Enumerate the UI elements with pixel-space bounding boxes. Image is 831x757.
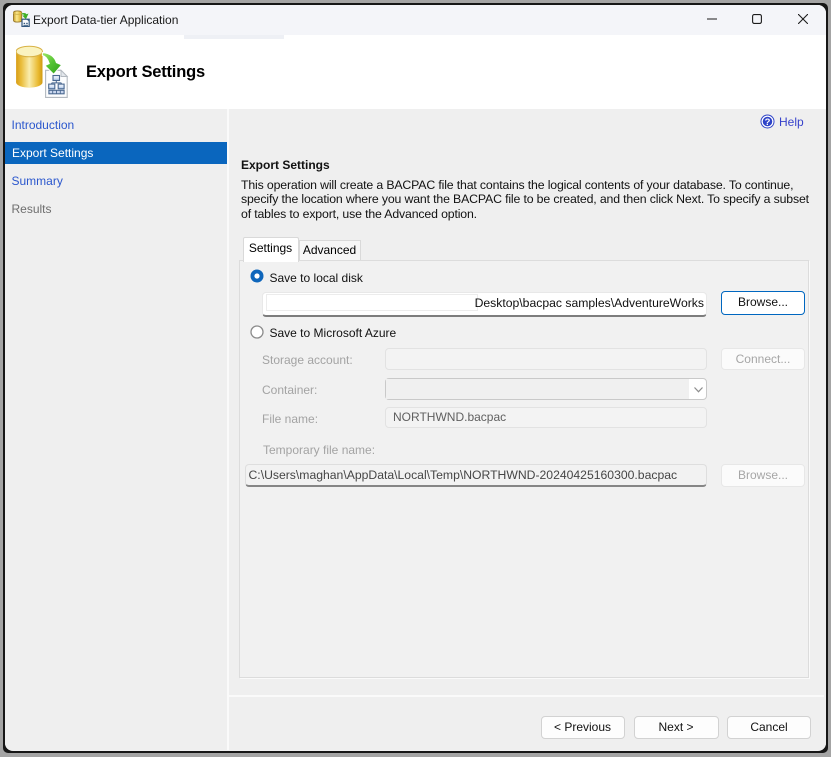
- svg-text:?: ?: [765, 117, 771, 128]
